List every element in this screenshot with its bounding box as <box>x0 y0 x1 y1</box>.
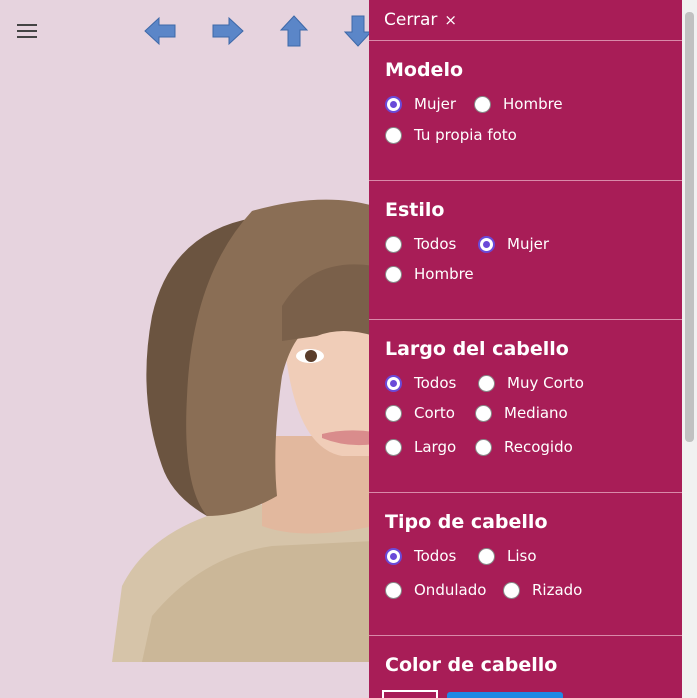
section-title: Largo del cabello <box>385 338 569 360</box>
section-largo-cabello: Largo del cabello Todos Muy Corto Corto … <box>369 320 682 493</box>
section-title: Color de cabello <box>385 654 558 676</box>
radio-icon <box>385 581 402 599</box>
radio-tipo-todos[interactable]: Todos <box>385 547 478 565</box>
radio-tipo-liso[interactable]: Liso <box>478 547 537 565</box>
option-label: Mediano <box>504 404 568 422</box>
hamburger-menu-icon[interactable] <box>17 24 37 40</box>
option-label: Largo <box>414 438 457 456</box>
radio-estilo-hombre[interactable]: Hombre <box>385 265 474 283</box>
radio-icon <box>385 265 402 283</box>
radio-largo-largo[interactable]: Largo <box>385 438 475 456</box>
model-photo <box>112 196 374 662</box>
radio-icon <box>503 581 520 599</box>
close-label: Cerrar <box>384 10 438 30</box>
option-label: Hombre <box>503 95 563 113</box>
radio-icon <box>478 374 495 392</box>
section-estilo: Estilo Todos Mujer Hombre <box>369 181 682 320</box>
radio-largo-corto[interactable]: Corto <box>385 404 475 422</box>
close-button[interactable]: Cerrar × <box>369 0 682 41</box>
arrow-up-icon[interactable] <box>277 14 311 48</box>
arrow-left-icon[interactable] <box>143 14 177 48</box>
arrow-right-icon[interactable] <box>211 14 245 48</box>
radio-selected-icon <box>385 374 402 392</box>
radio-largo-muy-corto[interactable]: Muy Corto <box>478 374 584 392</box>
radio-selected-icon <box>478 235 495 253</box>
option-label: Mujer <box>414 95 457 113</box>
option-label: Liso <box>507 547 537 565</box>
radio-estilo-todos[interactable]: Todos <box>385 235 478 253</box>
radio-largo-todos[interactable]: Todos <box>385 374 478 392</box>
section-title: Tipo de cabello <box>385 511 548 533</box>
radio-icon <box>478 547 495 565</box>
radio-selected-icon <box>385 95 402 113</box>
scrollbar[interactable] <box>682 0 697 698</box>
radio-modelo-tu-propia-foto[interactable]: Tu propia foto <box>385 126 517 144</box>
section-tipo-cabello: Tipo de cabello Todos Liso Ondulado Riza… <box>369 493 682 636</box>
color-swatch-white[interactable] <box>382 690 438 698</box>
option-label: Muy Corto <box>507 374 584 392</box>
scrollbar-thumb[interactable] <box>685 12 694 442</box>
color-button[interactable] <box>447 692 563 698</box>
radio-icon <box>385 404 402 422</box>
radio-tipo-ondulado[interactable]: Ondulado <box>385 581 503 599</box>
radio-largo-recogido[interactable]: Recogido <box>475 438 573 456</box>
close-icon: × <box>444 11 457 29</box>
section-title: Modelo <box>385 59 464 81</box>
section-color-cabello: Color de cabello <box>369 636 682 676</box>
option-label: Hombre <box>414 265 474 283</box>
section-modelo: Modelo Mujer Hombre Tu propia foto <box>369 41 682 181</box>
radio-modelo-hombre[interactable]: Hombre <box>474 95 563 113</box>
radio-tipo-rizado[interactable]: Rizado <box>503 581 582 599</box>
radio-icon <box>385 438 402 456</box>
radio-icon <box>475 438 492 456</box>
option-label: Ondulado <box>414 581 487 599</box>
option-label: Tu propia foto <box>414 126 517 144</box>
radio-icon <box>475 404 492 422</box>
filter-panel: Cerrar × Modelo Mujer Hombre Tu propia f… <box>369 0 682 698</box>
radio-largo-mediano[interactable]: Mediano <box>475 404 568 422</box>
radio-icon <box>385 126 402 144</box>
option-label: Todos <box>414 547 457 565</box>
option-label: Rizado <box>532 581 583 599</box>
option-label: Todos <box>414 374 457 392</box>
radio-selected-icon <box>385 547 402 565</box>
radio-icon <box>385 235 402 253</box>
section-title: Estilo <box>385 199 445 221</box>
option-label: Mujer <box>507 235 550 253</box>
option-label: Recogido <box>504 438 573 456</box>
option-label: Corto <box>414 404 455 422</box>
option-label: Todos <box>414 235 457 253</box>
radio-icon <box>474 95 491 113</box>
radio-modelo-mujer[interactable]: Mujer <box>385 95 474 113</box>
radio-estilo-mujer[interactable]: Mujer <box>478 235 549 253</box>
